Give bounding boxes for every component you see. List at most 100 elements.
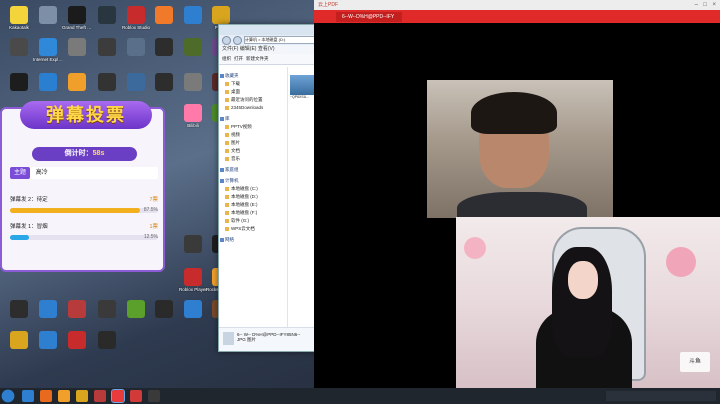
document-tab[interactable]: 6--W--D%H@PPD--IFY xyxy=(336,12,402,22)
main-camera-feed xyxy=(427,80,613,218)
shortcut-label: Bilibili xyxy=(187,123,199,128)
close-icon[interactable]: × xyxy=(712,0,716,10)
desktop-shortcut[interactable] xyxy=(121,300,151,319)
desktop-shortcut[interactable] xyxy=(4,300,34,319)
desktop-shortcut[interactable] xyxy=(121,38,151,57)
desktop-shortcut[interactable] xyxy=(4,331,34,350)
nav-item[interactable]: 下载 xyxy=(219,80,287,88)
desktop-shortcut[interactable] xyxy=(92,73,122,92)
nav-group[interactable]: 库 xyxy=(219,115,287,123)
desktop-shortcut[interactable] xyxy=(4,73,34,92)
taskbar-apps xyxy=(16,389,160,403)
app-icon xyxy=(155,6,173,24)
taskbar-app-icon[interactable] xyxy=(40,390,52,402)
desktop-shortcut[interactable] xyxy=(62,38,92,57)
taskbar-app-icon[interactable] xyxy=(22,390,34,402)
taskbar-app-icon[interactable] xyxy=(111,389,125,403)
desktop-shortcut[interactable] xyxy=(178,73,208,92)
file-list: ~QP6XSU... xyxy=(288,67,315,327)
desktop-shortcut[interactable] xyxy=(33,73,63,92)
nav-group[interactable]: 收藏夹 xyxy=(219,72,287,80)
vote-option: 弹幕发 1：冒烟 1票 12.5% xyxy=(10,222,158,240)
minimize-icon[interactable]: – xyxy=(695,0,698,10)
desktop-shortcut[interactable] xyxy=(62,300,92,319)
nav-item[interactable]: 最近访问的位置 xyxy=(219,96,287,104)
nav-item[interactable]: 文档 xyxy=(219,147,287,155)
topic-text: 高冷 xyxy=(35,170,48,176)
taskbar-app-icon[interactable] xyxy=(76,390,88,402)
desktop-shortcut[interactable]: Bilibili xyxy=(178,104,208,128)
desktop-shortcut[interactable] xyxy=(92,331,122,350)
desktop-shortcut[interactable] xyxy=(149,38,179,57)
open-button[interactable]: 打开 xyxy=(234,56,243,62)
secondary-camera-feed: 斗鱼 xyxy=(456,217,720,388)
explorer-menubar[interactable]: 文件(F) 编辑(E) 查看(V) xyxy=(219,45,315,54)
desktop-shortcut[interactable] xyxy=(149,73,179,92)
desktop-shortcut[interactable] xyxy=(33,331,63,350)
taskbar-app-icon[interactable] xyxy=(130,390,142,402)
app-icon xyxy=(68,331,86,349)
option-count: 1票 xyxy=(149,224,158,230)
app-icon xyxy=(184,235,202,253)
nav-item[interactable]: 本地磁盘 (E:) xyxy=(219,201,287,209)
app-title: 云上PDF xyxy=(318,2,339,8)
forward-icon[interactable] xyxy=(233,35,242,45)
nav-item[interactable]: 图片 xyxy=(219,139,287,147)
new-folder-button[interactable]: 新建文件夹 xyxy=(246,56,269,62)
nav-item[interactable]: 视频 xyxy=(219,131,287,139)
desktop-shortcut[interactable] xyxy=(178,38,208,57)
desktop-shortcut[interactable] xyxy=(4,38,34,57)
desktop-shortcut[interactable] xyxy=(121,73,151,92)
desktop-shortcut[interactable]: Roblox Player xyxy=(178,268,208,292)
desktop-shortcut[interactable]: Grand Theft Auto V xyxy=(62,6,92,30)
nav-item[interactable]: 本地磁盘 (C:) xyxy=(219,185,287,193)
app-icon xyxy=(68,6,86,24)
app-icon xyxy=(184,300,202,318)
image-file-thumbnail[interactable] xyxy=(290,75,314,95)
pdf-app-titlebar[interactable]: 云上PDF – □ × xyxy=(314,0,720,10)
taskbar-app-icon[interactable] xyxy=(148,390,160,402)
desktop-shortcut[interactable] xyxy=(149,6,179,25)
maximize-icon[interactable]: □ xyxy=(703,0,707,10)
nav-item[interactable]: PPTV视频 xyxy=(219,123,287,131)
desktop-shortcut[interactable] xyxy=(92,38,122,57)
taskbar-app-icon[interactable] xyxy=(94,390,106,402)
option-bar-fill xyxy=(10,235,29,240)
app-icon xyxy=(98,300,116,318)
back-icon[interactable] xyxy=(222,35,231,45)
desktop-shortcut[interactable] xyxy=(33,300,63,319)
desktop-shortcut[interactable] xyxy=(178,300,208,319)
desktop-shortcut[interactable] xyxy=(33,6,63,25)
nav-group[interactable]: 计算机 xyxy=(219,177,287,185)
nav-item[interactable]: 软件 (G:) xyxy=(219,217,287,225)
desktop-shortcut[interactable] xyxy=(92,300,122,319)
option-percent: 12.5% xyxy=(143,234,158,240)
desktop-shortcut[interactable] xyxy=(178,6,208,25)
navigation-pane: 收藏夹 下载 桌面 最近访问的位置 2345Downloads 库 PPTV视频 视频 图片 文档… xyxy=(219,67,288,327)
explorer-titlebar[interactable] xyxy=(219,25,315,35)
desktop-shortcut[interactable] xyxy=(92,6,122,25)
nav-item[interactable]: 音乐 xyxy=(219,155,287,163)
nav-item[interactable]: 本地磁盘 (D:) xyxy=(219,193,287,201)
desktop-shortcut[interactable] xyxy=(178,235,208,254)
nav-item[interactable]: 2345Downloads xyxy=(219,104,287,112)
start-button[interactable] xyxy=(1,389,15,403)
nav-item[interactable]: 桌面 xyxy=(219,88,287,96)
desktop-shortcut[interactable] xyxy=(149,300,179,319)
desktop-shortcut[interactable]: Roblox Studio xyxy=(121,6,151,30)
nav-group[interactable]: 家庭组 xyxy=(219,166,287,174)
desktop-shortcut[interactable] xyxy=(62,331,92,350)
app-icon xyxy=(39,300,57,318)
desktop-shortcut[interactable]: Internet Explorer xyxy=(33,38,63,62)
option-label: 弹幕发 2：待定 xyxy=(10,197,48,203)
taskbar-app-icon[interactable] xyxy=(58,390,70,402)
address-bar[interactable]: 计算机 > 本地磁盘 (D:) xyxy=(244,36,315,44)
desktop-shortcut[interactable]: Kakaotalk xyxy=(4,6,34,30)
system-tray[interactable] xyxy=(606,391,716,401)
nav-group[interactable]: 网络 xyxy=(219,236,287,244)
nav-item[interactable]: WPS云文档 xyxy=(219,225,287,233)
desktop-shortcut[interactable] xyxy=(62,73,92,92)
organize-button[interactable]: 组织 xyxy=(222,56,231,62)
nav-item[interactable]: 本地磁盘 (F:) xyxy=(219,209,287,217)
plush-toy xyxy=(464,237,486,259)
